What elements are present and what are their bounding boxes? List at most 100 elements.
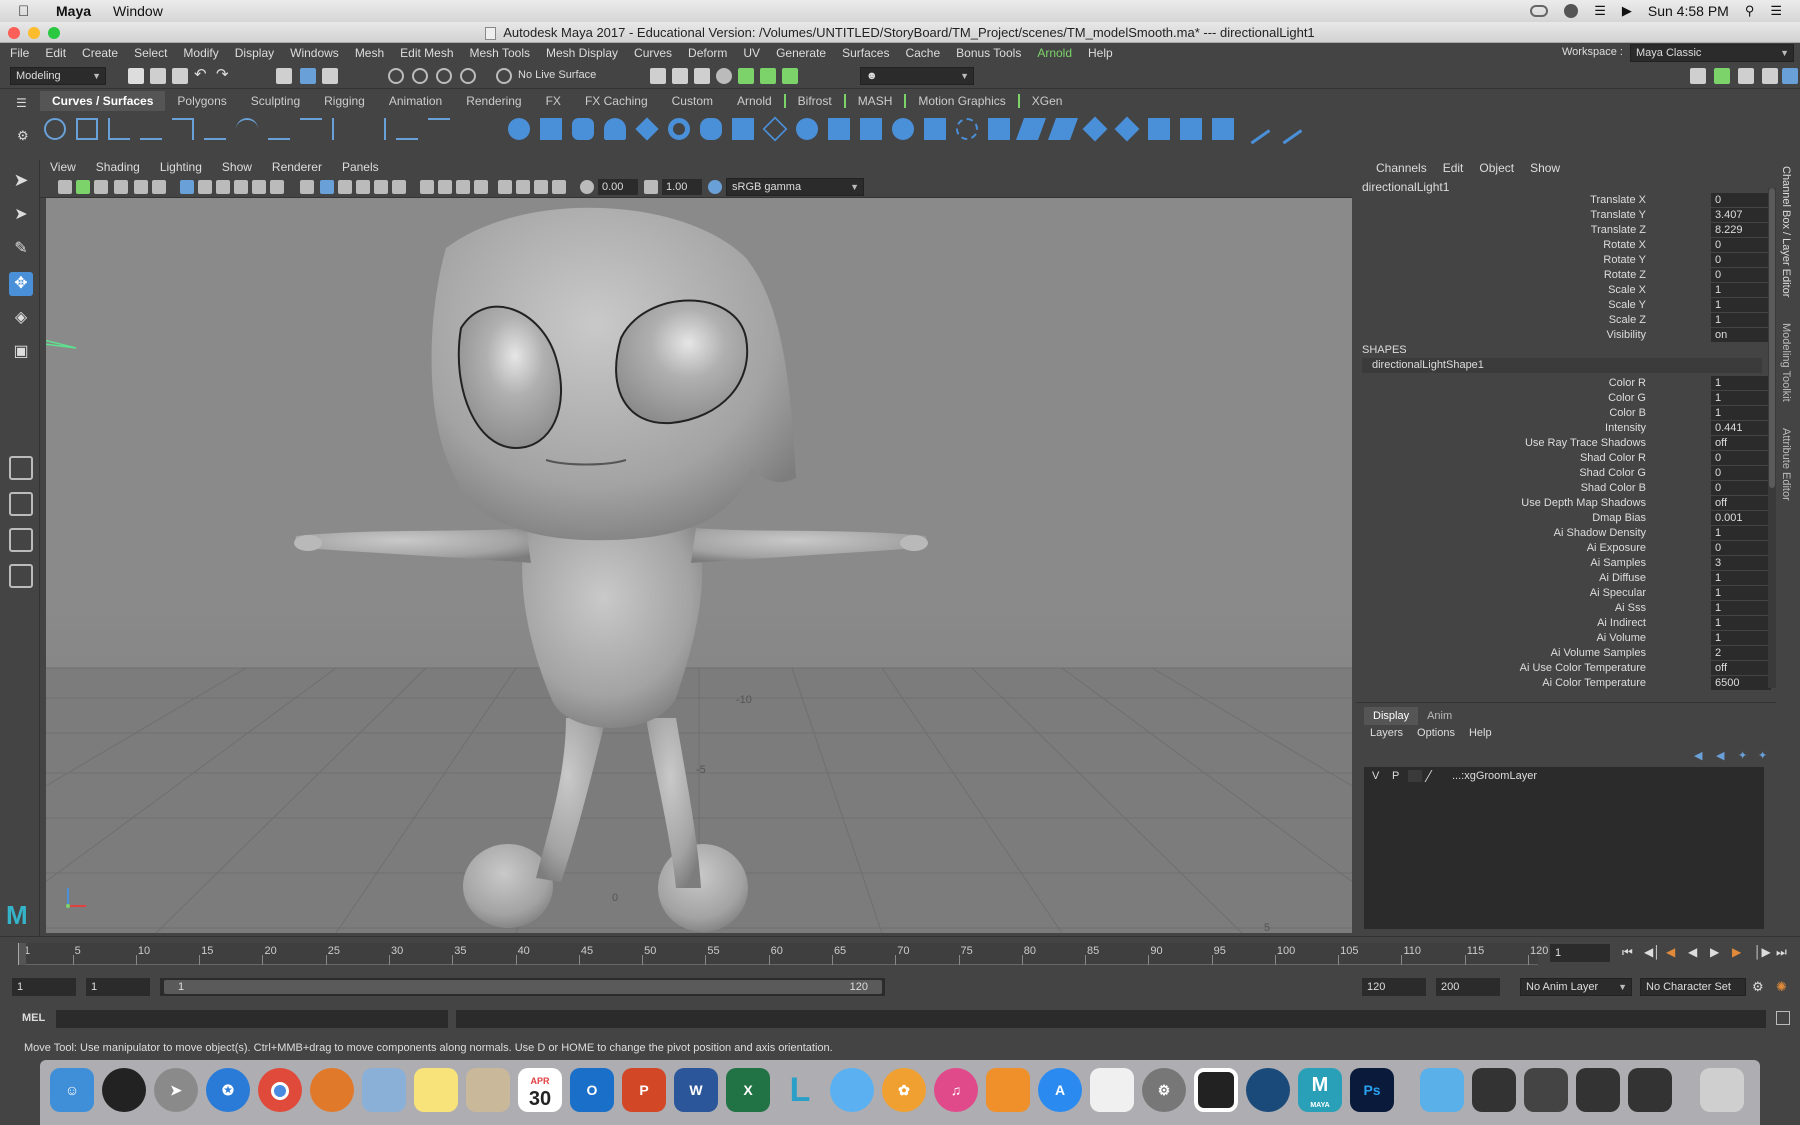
nurbs-cylinder-icon[interactable] (572, 118, 594, 140)
attr-value[interactable]: on (1711, 328, 1771, 342)
step-forward-key-icon[interactable]: ▶ (1732, 945, 1741, 959)
menu-create[interactable]: Create (74, 46, 126, 60)
menu-mesh-display[interactable]: Mesh Display (538, 46, 626, 60)
volume-icon[interactable]: ▶ (1622, 3, 1632, 19)
shelf-tab-mash[interactable]: MASH (843, 94, 905, 108)
cv-curve-icon[interactable] (172, 118, 194, 140)
scrollbar-thumb[interactable] (1769, 188, 1775, 488)
xray-components-icon[interactable] (552, 180, 566, 194)
attach-surfaces-icon[interactable] (1148, 118, 1170, 140)
channel-box-node-name[interactable]: directionalLight1 (1362, 180, 1449, 194)
select-tool-icon[interactable]: ➤ (9, 170, 33, 194)
shelf-tab-sculpting[interactable]: Sculpting (239, 94, 312, 108)
tab-anim[interactable]: Anim (1418, 707, 1461, 725)
attr-value[interactable]: 1 (1711, 571, 1771, 585)
scale-tool-icon[interactable]: ▣ (9, 340, 33, 364)
intersect-surfaces-icon[interactable] (988, 118, 1010, 140)
attr-value[interactable]: 0 (1711, 541, 1771, 555)
workspace-dropdown[interactable]: Maya Classic ▼ (1630, 44, 1794, 62)
attr-label[interactable]: Dmap Bias (1366, 511, 1646, 526)
window-thumb-icon[interactable] (1628, 1068, 1672, 1112)
view-transform-dropdown[interactable]: sRGB gamma ▼ (726, 178, 864, 196)
menu-surfaces[interactable]: Surfaces (834, 46, 897, 60)
select-by-object-icon[interactable] (300, 68, 316, 84)
attr-label[interactable]: Rotate X (1366, 238, 1646, 253)
chrome-icon[interactable] (258, 1068, 302, 1112)
attr-value[interactable]: 0 (1711, 193, 1771, 207)
attr-label[interactable]: Shad Color G (1366, 466, 1646, 481)
gamma-field[interactable]: 1.00 (662, 179, 702, 195)
character-set-dropdown[interactable]: No Character Set (1640, 978, 1746, 996)
zoom-window-button[interactable] (48, 27, 60, 39)
directional-light-manipulator[interactable] (46, 338, 77, 349)
move-layer-down-icon[interactable]: ◀ (1716, 749, 1724, 762)
chrome-status-icon[interactable] (1564, 4, 1579, 18)
detach-curves-icon[interactable] (300, 118, 322, 140)
menu-uv[interactable]: UV (735, 46, 768, 60)
firefox-icon[interactable] (310, 1068, 354, 1112)
grease-pencil-icon[interactable] (152, 180, 166, 194)
attr-label[interactable]: Translate Y (1366, 208, 1646, 223)
attr-label[interactable]: Ai Sss (1366, 601, 1646, 616)
side-tab-attribute-editor[interactable]: Attribute Editor (1780, 428, 1792, 501)
outliner-layout-icon[interactable] (9, 564, 33, 588)
undo-icon[interactable]: ↶ (194, 67, 210, 84)
attr-value[interactable]: off (1711, 436, 1771, 450)
clock[interactable]: Sun 4:58 PM (1648, 3, 1729, 19)
loft-icon[interactable] (732, 118, 754, 140)
box-icon[interactable] (1194, 1068, 1238, 1112)
attr-value[interactable]: 1 (1711, 616, 1771, 630)
attr-value[interactable]: 1 (1711, 631, 1771, 645)
attr-value[interactable]: 0 (1711, 481, 1771, 495)
layer-visibility-toggle[interactable]: V (1372, 767, 1379, 785)
attr-label[interactable]: Shad Color R (1366, 451, 1646, 466)
attr-label[interactable]: Color B (1366, 406, 1646, 421)
ep-curve-icon[interactable] (108, 118, 130, 140)
attr-label[interactable]: Color R (1366, 376, 1646, 391)
channel-box-menu-edit[interactable]: Edit (1435, 161, 1472, 175)
untrim-icon[interactable] (1047, 118, 1079, 140)
arc-tool-icon[interactable] (236, 118, 258, 140)
attr-value[interactable]: off (1711, 661, 1771, 675)
range-slider-handle[interactable]: 1 120 (164, 980, 882, 994)
shadows-icon[interactable] (392, 180, 406, 194)
channel-box-scrollbar[interactable] (1768, 188, 1776, 688)
menu-set-dropdown[interactable]: Modeling ▼ (10, 67, 106, 85)
detach-surfaces-icon[interactable] (1180, 118, 1202, 140)
motion-blur-icon[interactable] (438, 180, 452, 194)
word-icon[interactable]: W (674, 1068, 718, 1112)
attach-curves-icon[interactable] (268, 118, 290, 140)
cc-icon[interactable] (1530, 5, 1549, 17)
attr-value[interactable]: 2 (1711, 646, 1771, 660)
attr-label[interactable]: Scale Z (1366, 313, 1646, 328)
attr-value[interactable]: 0 (1711, 466, 1771, 480)
spotlight-icon[interactable]: ⚲ (1745, 3, 1755, 19)
animation-end-field[interactable]: 200 (1436, 978, 1500, 996)
viewport-menu-view[interactable]: View (40, 160, 86, 174)
isolate-select-icon[interactable] (498, 180, 512, 194)
nurbs-cube-icon[interactable] (540, 118, 562, 140)
shelf-tab-arnold[interactable]: Arnold (725, 94, 784, 108)
menu-curves[interactable]: Curves (626, 46, 680, 60)
auto-key-icon[interactable]: ⚙ (1752, 979, 1764, 995)
gate-mask-icon[interactable] (234, 180, 248, 194)
select-camera-icon[interactable] (58, 180, 72, 194)
trash-icon[interactable] (1700, 1068, 1744, 1112)
attr-value[interactable]: 3 (1711, 556, 1771, 570)
step-back-frame-icon[interactable]: ◀│ (1644, 945, 1661, 959)
shelf-tab-polygons[interactable]: Polygons (165, 94, 238, 108)
four-view-layout-icon[interactable] (9, 492, 33, 516)
menu-help[interactable]: Help (1080, 46, 1121, 60)
menu-edit[interactable]: Edit (37, 46, 74, 60)
shelf-tab-bifrost[interactable]: Bifrost (783, 94, 844, 108)
shelf-settings-icon[interactable]: ⚙ (17, 128, 29, 144)
messages-icon[interactable] (830, 1068, 874, 1112)
nurbs-plane-icon[interactable] (635, 117, 659, 141)
layer-playback-toggle[interactable]: P (1392, 767, 1399, 785)
color-management-icon[interactable] (708, 180, 722, 194)
menu-windows[interactable]: Windows (282, 46, 347, 60)
itunes-icon[interactable]: ♫ (934, 1068, 978, 1112)
outliner-icon[interactable] (1714, 68, 1730, 84)
extend-curve-icon[interactable] (364, 118, 386, 140)
menu-file[interactable]: File (0, 46, 37, 60)
